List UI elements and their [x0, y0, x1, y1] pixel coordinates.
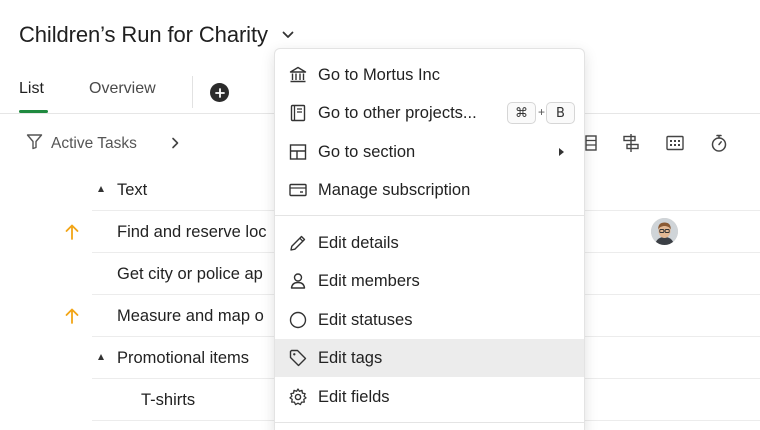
shortcut-plus: +	[538, 105, 546, 119]
task-title: Find and reserve loc	[117, 223, 267, 241]
section-title: Text	[117, 181, 148, 199]
user-icon	[288, 271, 308, 291]
bank-icon	[288, 65, 308, 85]
project-menu: Go to Mortus Inc Go to other projects...…	[274, 48, 585, 430]
shortcut-key-cmd: ⌘	[507, 102, 536, 124]
menu-item-go-to-organization[interactable]: Go to Mortus Inc	[275, 56, 584, 94]
chevron-down-icon[interactable]	[280, 27, 296, 43]
project-header: Children’s Run for Charity	[19, 22, 296, 48]
filter-label: Active Tasks	[51, 135, 137, 152]
menu-item-label: Edit statuses	[318, 310, 413, 329]
menu-item-label: Go to section	[318, 142, 416, 161]
tab-overview[interactable]: Overview	[89, 80, 156, 98]
menu-item-label: Manage subscription	[318, 180, 471, 199]
menu-item-label: Edit members	[318, 271, 420, 290]
timeline-view-icon[interactable]	[621, 133, 641, 153]
menu-item-label: Edit fields	[318, 387, 390, 406]
layout-icon	[288, 142, 308, 162]
submenu-arrow-icon	[559, 148, 564, 156]
calendar-view-icon[interactable]	[665, 133, 685, 153]
section-title: Promotional items	[117, 349, 250, 367]
menu-item-edit-details[interactable]: Edit details	[275, 224, 584, 262]
menu-item-edit-members[interactable]: Edit members	[275, 262, 584, 300]
menu-item-go-to-other-projects[interactable]: Go to other projects... ⌘ + B	[275, 94, 584, 132]
tag-icon	[288, 348, 308, 368]
book-icon	[288, 103, 308, 123]
pencil-icon	[288, 233, 308, 253]
credit-card-icon	[288, 180, 308, 200]
menu-item-edit-fields[interactable]: Edit fields	[275, 378, 584, 416]
menu-item-edit-statuses[interactable]: Edit statuses	[275, 301, 584, 339]
menu-item-edit-tags[interactable]: Edit tags	[275, 339, 584, 377]
task-title: Measure and map o	[117, 307, 264, 325]
page-title: Children’s Run for Charity	[19, 22, 268, 47]
shortcut-key-b: B	[546, 102, 575, 124]
tab-divider	[192, 76, 193, 108]
menu-divider	[275, 422, 584, 423]
app-page: Children’s Run for Charity List Overview…	[0, 0, 760, 430]
task-title: T-shirts	[141, 391, 196, 409]
caret-up-icon[interactable]	[98, 354, 104, 360]
filter-icon	[26, 133, 43, 155]
menu-divider	[275, 215, 584, 216]
active-tab-indicator	[19, 110, 48, 113]
chevron-right-icon[interactable]	[168, 134, 182, 152]
priority-up-arrow-icon[interactable]	[64, 223, 80, 241]
filter-button[interactable]: Active Tasks	[26, 133, 137, 155]
priority-up-arrow-icon[interactable]	[64, 307, 80, 325]
caret-up-icon[interactable]	[98, 186, 104, 192]
menu-item-label: Go to Mortus Inc	[318, 65, 440, 84]
avatar[interactable]	[651, 218, 678, 245]
plus-icon	[214, 87, 225, 98]
circle-icon	[288, 310, 308, 330]
menu-item-label: Edit tags	[318, 348, 383, 367]
stopwatch-icon[interactable]	[709, 133, 729, 153]
menu-item-manage-subscription[interactable]: Manage subscription	[275, 171, 584, 209]
menu-item-go-to-section[interactable]: Go to section	[275, 133, 584, 171]
tab-list[interactable]: List	[19, 80, 44, 98]
menu-item-label: Go to other projects...	[318, 103, 477, 122]
gear-icon	[288, 387, 308, 407]
menu-item-label: Edit details	[318, 233, 399, 252]
add-view-button[interactable]	[210, 83, 229, 102]
task-title: Get city or police ap	[117, 265, 263, 283]
